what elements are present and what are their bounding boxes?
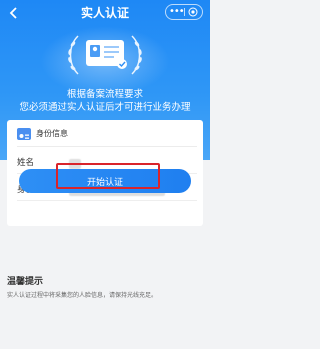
mini-program-capsule[interactable]: ••• <box>165 4 203 20</box>
tips-text: 实人认证过程中将采集您的人脸信息，请保持光线充足。 <box>7 292 158 299</box>
divider <box>17 146 197 147</box>
card-title: 身份信息 <box>36 129 68 138</box>
capsule-divider <box>184 8 185 16</box>
tips-title: 温馨提示 <box>7 277 44 287</box>
annotation-highlight-box <box>56 163 160 189</box>
target-icon[interactable] <box>188 7 198 17</box>
top-bar: 实人认证 ••• <box>0 0 210 26</box>
divider <box>17 200 197 201</box>
name-label: 姓名 <box>17 158 35 168</box>
id-card-icon <box>17 128 31 140</box>
hero-text-line1: 根据备案流程要求 <box>66 89 143 100</box>
more-dots-icon[interactable]: ••• <box>169 4 185 20</box>
hero-text-line2: 您必须通过实人认证后才可进行业务办理 <box>19 102 191 113</box>
id-card-laurel-icon <box>68 35 142 75</box>
